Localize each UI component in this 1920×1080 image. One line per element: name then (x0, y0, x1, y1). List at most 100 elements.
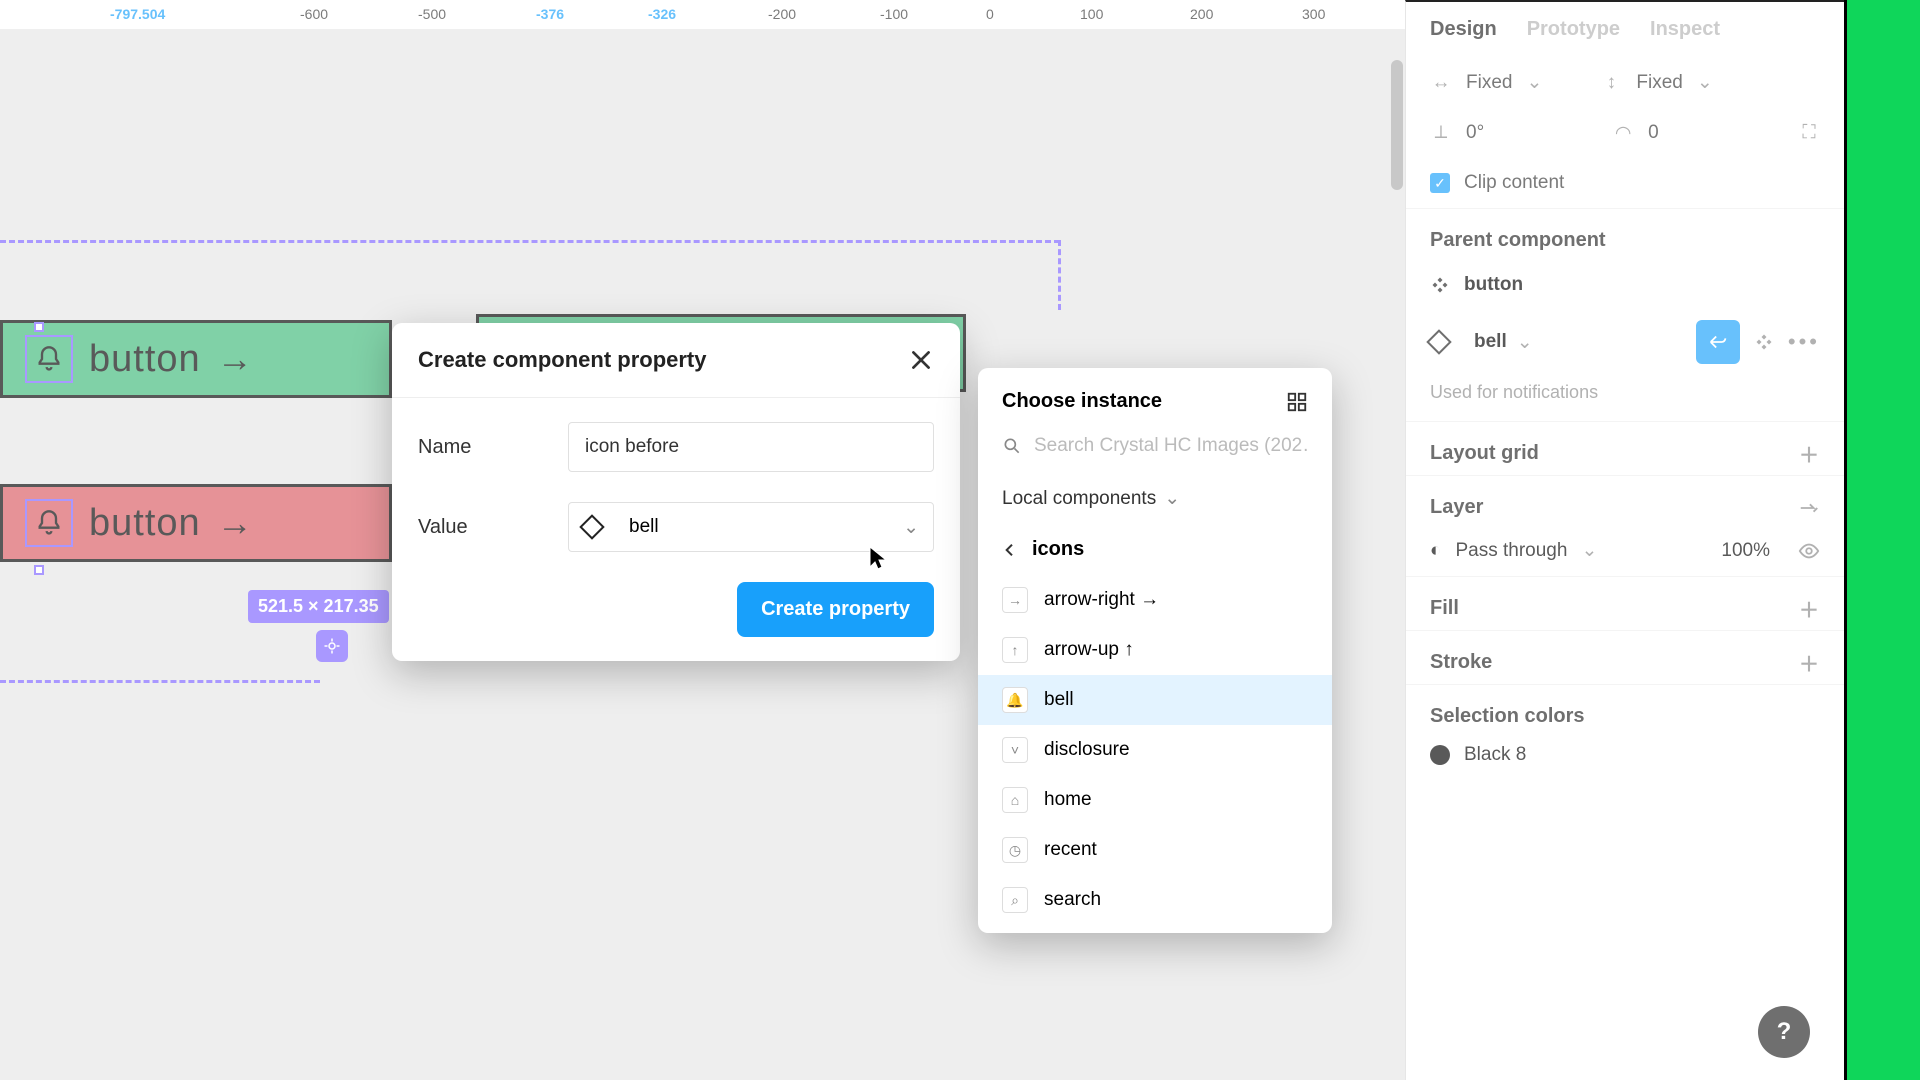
item-label: recent (1044, 839, 1097, 861)
close-button[interactable] (908, 347, 934, 373)
selection-handle[interactable] (34, 565, 44, 575)
bell-icon (35, 509, 63, 537)
canvas-button-green[interactable]: button → (0, 320, 392, 398)
icon-slot[interactable] (25, 335, 73, 383)
list-item[interactable]: →arrow-right → (978, 575, 1332, 625)
style-icon[interactable] (1798, 497, 1820, 519)
add-layout-grid-button[interactable]: ＋ (1798, 443, 1820, 465)
color-name: Black 8 (1464, 744, 1526, 766)
list-item[interactable]: ◷recent (978, 825, 1332, 875)
chevron-down-icon: ⌄ (1697, 71, 1713, 94)
chevron-down-icon: ⌄ (1164, 487, 1180, 510)
independent-corners-icon[interactable]: ⛶ (1798, 122, 1820, 144)
modal-header: Create component property (392, 323, 960, 398)
chevron-down-icon: ⌄ (1581, 539, 1597, 562)
chevron-down-icon[interactable]: ⌄ (1517, 331, 1533, 354)
scope-label: Local components (1002, 488, 1156, 510)
help-button[interactable]: ? (1758, 1006, 1810, 1058)
canvas-scrollbar[interactable] (1391, 60, 1403, 190)
component-icon (1430, 275, 1450, 295)
component-options-icon[interactable] (1754, 332, 1774, 352)
item-thumb: ˅ (1002, 737, 1028, 763)
item-thumb: ⌂ (1002, 787, 1028, 813)
list-item[interactable]: 🔔bell (978, 675, 1332, 725)
modal-title: Create component property (418, 347, 707, 373)
instance-icon (1426, 329, 1451, 354)
corner-radius-input[interactable]: 0 (1648, 122, 1659, 144)
back-button[interactable]: icons (978, 524, 1332, 575)
fill-section: Fill ＋ (1406, 577, 1844, 630)
fill-title: Fill (1430, 597, 1459, 620)
apply-variant-icon[interactable] (316, 630, 348, 662)
stroke-title: Stroke (1430, 651, 1492, 674)
canvas-button-label: button (89, 502, 201, 545)
name-input[interactable] (568, 422, 934, 472)
selection-bound-top (0, 240, 1060, 243)
selection-bound-right (1058, 240, 1061, 310)
width-mode-select[interactable]: Fixed (1466, 72, 1512, 94)
add-fill-button[interactable]: ＋ (1798, 598, 1820, 620)
item-label: arrow-up ↑ (1044, 639, 1134, 661)
item-label: disclosure (1044, 739, 1130, 761)
color-row[interactable]: Black 8 (1406, 732, 1844, 778)
height-mode-select[interactable]: Fixed (1636, 72, 1682, 94)
add-stroke-button[interactable]: ＋ (1798, 652, 1820, 674)
selection-handle[interactable] (34, 322, 44, 332)
item-label: search (1044, 889, 1101, 911)
clip-row[interactable]: ✓ Clip content (1406, 158, 1844, 208)
ruler-tick: 0 (986, 6, 994, 22)
parent-component-row[interactable]: button (1406, 262, 1844, 308)
tab-prototype[interactable]: Prototype (1527, 18, 1620, 41)
picker-title: Choose instance (1002, 390, 1162, 413)
right-panel: Design Prototype Inspect ↔ Fixed ⌄ ↕ Fix… (1405, 0, 1844, 1080)
list-item[interactable]: ↑ arrow-up ↑ (978, 625, 1332, 675)
ruler-tick: -500 (418, 6, 446, 22)
blend-row: ◐ Pass through ⌄ 100% (1406, 525, 1844, 576)
canvas-button-red[interactable]: button → (0, 484, 392, 562)
visibility-icon[interactable] (1798, 540, 1820, 562)
layer-section: Layer (1406, 476, 1844, 525)
stroke-section: Stroke ＋ (1406, 631, 1844, 684)
ruler-tick: -100 (880, 6, 908, 22)
blend-mode-select[interactable]: Pass through (1455, 540, 1567, 562)
list-item[interactable]: ˅ disclosure (978, 725, 1332, 775)
instance-swap-row: bell ⌄ ••• (1406, 308, 1844, 376)
grid-view-toggle[interactable] (1286, 391, 1308, 413)
layout-grid-section: Layout grid ＋ (1406, 422, 1844, 475)
value-selected: bell (629, 516, 659, 538)
ruler-tick: 200 (1190, 6, 1213, 22)
grid-icon (1286, 391, 1308, 413)
instance-name[interactable]: bell (1474, 331, 1507, 353)
instance-icon (579, 514, 604, 539)
chevron-left-icon (1002, 542, 1018, 558)
chevron-down-icon: ⌄ (903, 516, 919, 539)
tab-design[interactable]: Design (1430, 18, 1497, 41)
rotation-input[interactable]: 0° (1466, 122, 1484, 144)
value-label: Value (418, 516, 568, 539)
opacity-input[interactable]: 100% (1721, 540, 1770, 562)
color-swatch (1430, 745, 1450, 765)
clip-checkbox[interactable]: ✓ (1430, 173, 1450, 193)
instance-swap-button[interactable] (1696, 320, 1740, 364)
ruler-tick: -797.504 (110, 6, 165, 22)
tab-inspect[interactable]: Inspect (1650, 18, 1720, 41)
selection-colors-title: Selection colors (1406, 685, 1844, 732)
ruler-tick: -326 (648, 6, 676, 22)
horizontal-resize-icon: ↔ (1430, 72, 1452, 94)
more-icon[interactable]: ••• (1788, 329, 1820, 355)
create-property-button[interactable]: Create property (737, 582, 934, 637)
ruler: -797.504-600-500-376-326-200-10001002003… (0, 0, 1405, 30)
arrow-right-icon: → (217, 502, 254, 544)
search-row (978, 427, 1332, 473)
list-item[interactable]: ⌕search (978, 875, 1332, 925)
list-item[interactable]: ⌂home (978, 775, 1332, 825)
selection-dimensions: 521.5 × 217.35 (248, 590, 389, 623)
search-input[interactable] (1034, 435, 1308, 457)
item-thumb: 🔔 (1002, 687, 1028, 713)
instance-picker: Choose instance Local components ⌄ icons… (978, 368, 1332, 933)
scope-select[interactable]: Local components ⌄ (978, 473, 1332, 524)
resize-row: ↔ Fixed ⌄ ↕ Fixed ⌄ (1406, 57, 1844, 108)
item-thumb: ↑ (1002, 637, 1028, 663)
icon-slot[interactable] (25, 499, 73, 547)
mouse-cursor (868, 545, 888, 573)
